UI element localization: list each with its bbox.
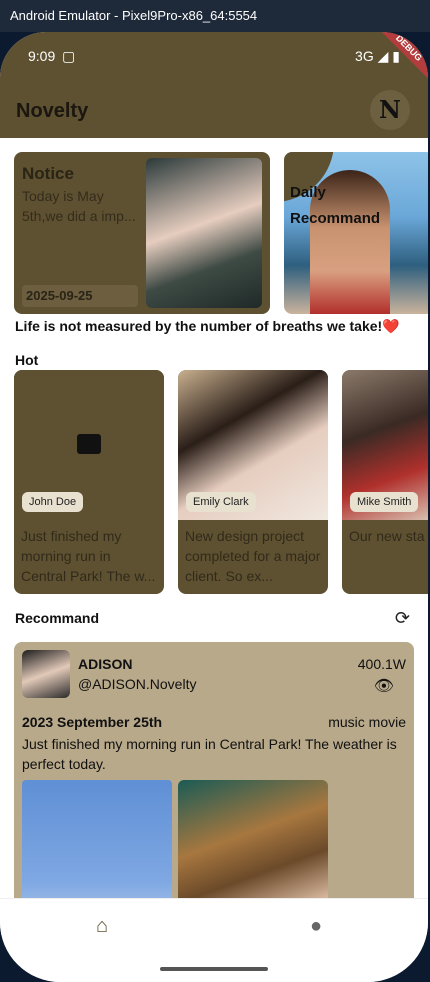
signal-icon: ◢ — [377, 48, 389, 64]
notice-image — [146, 158, 262, 308]
recommend-section-label: Recommand — [15, 610, 100, 626]
hot-card[interactable]: John Doe Just finished my morning run in… — [14, 370, 164, 594]
notice-body: Today is May 5th,we did a imp... — [22, 188, 136, 224]
daily-recommend-card[interactable]: Daily Recommand — [284, 152, 428, 314]
post-date: 2023 September 25th — [22, 714, 163, 730]
emulator-title-bar: Android Emulator - Pixel9Pro-x86_64:5554 — [0, 0, 430, 32]
hot-card[interactable]: Mike Smith Our new sta office space fina… — [342, 370, 428, 594]
recommend-post-card[interactable]: ADISON @ADISON.Novelty 400.1W 👁 2023 Sep… — [14, 642, 414, 942]
hot-card-text: Just finished my morning run in Central … — [21, 528, 156, 584]
post-views: 400.1W — [357, 656, 406, 672]
daily-title: Daily Recommand — [290, 184, 381, 227]
post-content: Just finished my morning run in Central … — [22, 736, 397, 772]
broken-image-icon — [77, 434, 101, 454]
quote-body: Life is not measured by the number of br… — [15, 318, 383, 334]
status-time: 9:09 — [28, 48, 56, 64]
hot-card-author: Mike Smith — [350, 492, 419, 512]
copy-icon: ▢ — [62, 48, 76, 64]
status-right: 3G ◢ ▮ — [355, 48, 400, 65]
avatar[interactable] — [22, 650, 70, 698]
eye-icon: 👁 — [373, 678, 394, 695]
post-author-handle: @ADISON.Novelty — [78, 676, 197, 692]
quote-text: Life is not measured by the number of br… — [15, 318, 400, 335]
notice-title: Notice — [22, 164, 74, 183]
app-title: Novelty — [16, 100, 89, 122]
post-author-name: ADISON — [78, 656, 133, 672]
app-logo[interactable]: N — [370, 90, 410, 130]
notice-date: 2025-09-25 — [22, 285, 138, 307]
phone-screen: 9:09 ▢ 3G ◢ ▮ DEBUG Novelty N Notice Tod… — [0, 32, 428, 982]
home-icon[interactable]: ⌂ — [96, 915, 108, 938]
status-bar: 9:09 ▢ 3G ◢ ▮ — [28, 48, 400, 68]
notice-card[interactable]: Notice Today is May 5th,we did a imp... … — [14, 152, 270, 314]
hot-card-author: Emily Clark — [186, 492, 256, 512]
app-bar: 9:09 ▢ 3G ◢ ▮ DEBUG Novelty N — [0, 32, 428, 138]
hot-card[interactable]: Emily Clark New design project completed… — [178, 370, 328, 594]
heart-icon: ❤️ — [382, 318, 400, 334]
hot-section-label: Hot — [15, 352, 39, 368]
network-label: 3G — [355, 48, 374, 64]
hot-card-text: Our new sta office space finally ready — [349, 528, 428, 544]
gesture-handle — [160, 967, 268, 971]
hot-card-text: New design project completed for a major… — [185, 528, 321, 584]
post-tags: music movie — [328, 714, 406, 730]
battery-icon: ▮ — [392, 48, 400, 64]
refresh-icon[interactable]: ⟳ — [395, 608, 410, 629]
hot-card-author: John Doe — [22, 492, 84, 512]
bottom-nav: ⌂ ● — [0, 898, 428, 982]
person-icon[interactable]: ● — [310, 915, 322, 938]
